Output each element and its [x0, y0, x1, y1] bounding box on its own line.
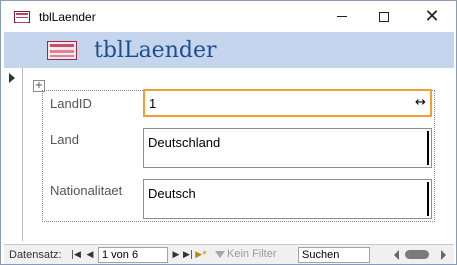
horizontal-scrollbar[interactable] — [393, 247, 451, 263]
scroll-left-icon[interactable] — [394, 250, 399, 260]
form-header-icon — [47, 41, 77, 60]
record-navigation-bar: Datensatz: |◀ ◀ 1 von 6 ▶ ▶| ▶* Kein Fil… — [4, 244, 454, 264]
title-bar: tblLaender ✕ — [1, 1, 456, 32]
record-position-field[interactable]: 1 von 6 — [98, 247, 168, 263]
landid-field[interactable]: 1 — [143, 89, 432, 117]
filter-label: Kein Filter — [227, 248, 277, 260]
scroll-thumb[interactable] — [405, 250, 429, 259]
previous-record-icon[interactable]: ◀ — [84, 248, 96, 262]
maximize-button[interactable] — [362, 1, 406, 32]
close-icon: ✕ — [424, 5, 440, 27]
search-input[interactable]: Suchen — [298, 247, 370, 263]
minimize-button[interactable] — [320, 1, 364, 32]
close-button[interactable]: ✕ — [410, 1, 454, 32]
record-nav-label: Datensatz: — [9, 249, 62, 261]
horizontal-resize-icon: ↔ — [415, 95, 426, 110]
nationalitaet-label: Nationalitaet — [50, 183, 123, 198]
filter-toggle[interactable]: Kein Filter — [215, 248, 277, 260]
land-field[interactable]: Deutschland — [143, 128, 432, 168]
landid-label: LandID — [50, 96, 92, 111]
record-selector[interactable] — [4, 68, 23, 241]
minimize-icon — [337, 16, 347, 17]
filter-icon — [215, 250, 225, 258]
nationalitaet-field[interactable]: Deutsch — [143, 179, 432, 219]
last-record-icon[interactable]: ▶| — [182, 248, 194, 262]
current-record-arrow-icon — [9, 73, 15, 83]
land-label: Land — [50, 132, 79, 147]
maximize-icon — [379, 11, 389, 22]
form-app-icon — [14, 11, 30, 23]
form-window: tblLaender ✕ tblLaender + LandID 1 ↔ Lan… — [0, 0, 457, 265]
form-title: tblLaender — [94, 38, 217, 63]
next-record-icon[interactable]: ▶ — [170, 248, 182, 262]
scroll-right-icon[interactable] — [441, 250, 446, 260]
window-title: tblLaender — [39, 10, 96, 24]
first-record-icon[interactable]: |◀ — [70, 248, 82, 262]
new-record-icon[interactable]: ▶* — [195, 248, 207, 262]
